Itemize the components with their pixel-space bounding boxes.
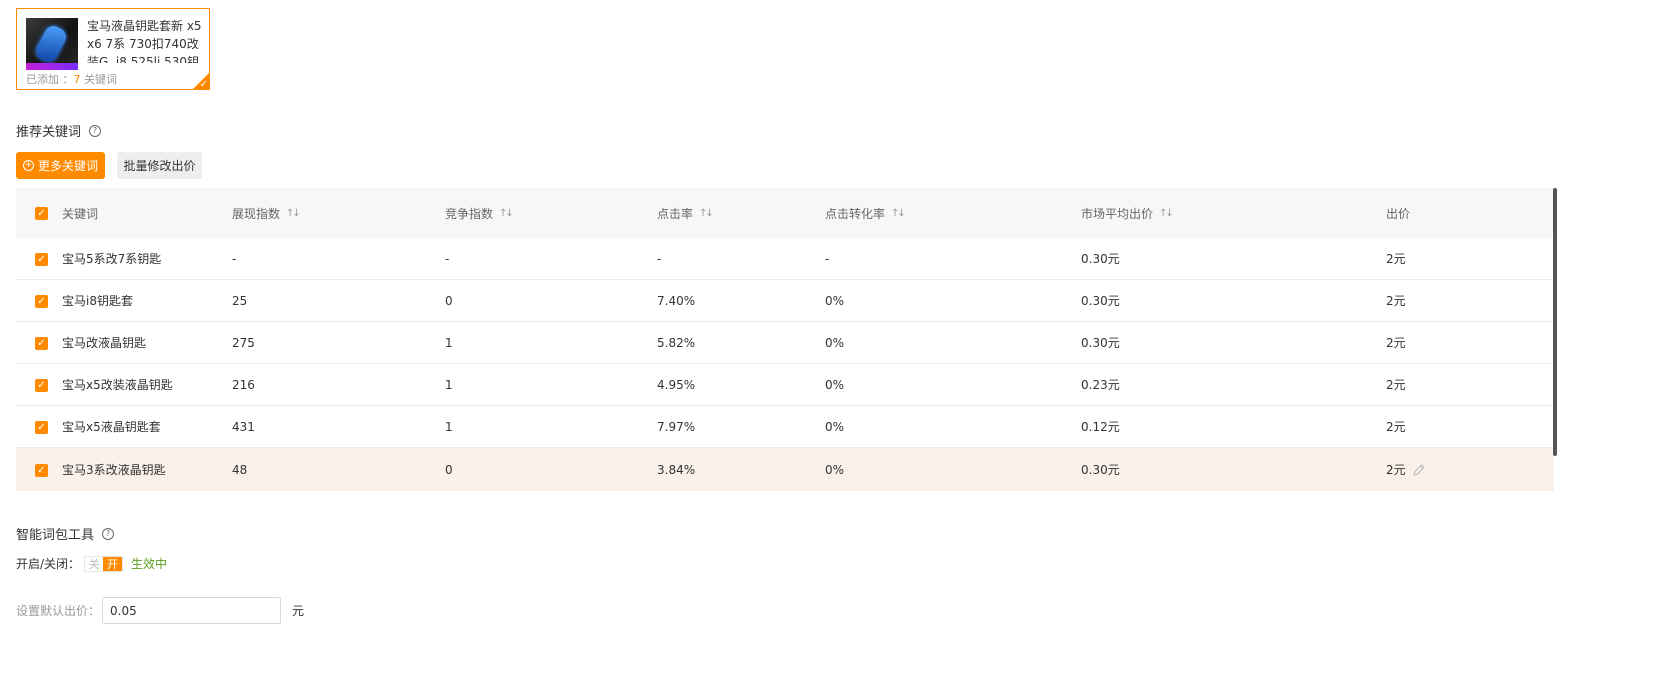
- product-thumbnail: [26, 18, 78, 70]
- table-row: ✓ 宝马x5改装液晶钥匙 216 1 4.95% 0% 0.23元 2元: [16, 364, 1554, 406]
- table-row: ✓ 宝马改液晶钥匙 275 1 5.82% 0% 0.30元 2元: [16, 322, 1554, 364]
- added-keyword-count: 已添加 ：7 关键词: [26, 73, 117, 86]
- table-row: ✓ 宝马3系改液晶钥匙 48 0 3.84% 0% 0.30元 2元: [16, 448, 1554, 491]
- ctr-cell: 5.82%: [657, 335, 696, 350]
- impressions-cell: 48: [232, 462, 248, 477]
- bid-cell[interactable]: 2元: [1386, 406, 1406, 447]
- header-competition[interactable]: 竞争指数 ↑↓: [445, 188, 514, 238]
- competition-cell: 1: [445, 335, 453, 350]
- status-text: 生效中: [131, 557, 168, 571]
- sort-icon: ↑↓: [1159, 207, 1174, 219]
- row-checkbox[interactable]: ✓: [35, 463, 48, 477]
- more-keywords-button[interactable]: + 更多关键词: [16, 152, 105, 179]
- impressions-cell: -: [232, 251, 237, 266]
- keyword-cell: 宝马3系改液晶钥匙: [62, 463, 166, 477]
- competition-cell: -: [445, 251, 450, 266]
- impressions-cell: 25: [232, 293, 248, 308]
- ctr-cell: 3.84%: [657, 462, 696, 477]
- bid-cell[interactable]: 2元: [1386, 238, 1406, 279]
- row-checkbox[interactable]: ✓: [35, 294, 48, 308]
- avg-bid-cell: 0.30元: [1081, 463, 1120, 477]
- smart-tool-toggle-row: 开启/关闭： 关 开 生效中: [16, 555, 167, 572]
- help-icon[interactable]: ?: [102, 527, 115, 540]
- check-icon: ✓: [199, 79, 208, 90]
- default-bid-label: 设置默认出价：: [16, 604, 101, 618]
- bid-cell[interactable]: 2元: [1386, 364, 1406, 405]
- header-impressions[interactable]: 展现指数 ↑↓: [232, 188, 301, 238]
- header-bid: 出价: [1386, 206, 1411, 221]
- sort-icon: ↑↓: [699, 207, 714, 219]
- avg-bid-cell: 0.23元: [1081, 378, 1120, 392]
- toggle-label: 开启/关闭：: [16, 557, 81, 571]
- header-avg-bid[interactable]: 市场平均出价 ↑↓: [1081, 188, 1174, 238]
- header-ctr[interactable]: 点击率 ↑↓: [657, 188, 714, 238]
- default-bid-input[interactable]: [102, 597, 281, 624]
- keyword-cell: 宝马改液晶钥匙: [62, 336, 147, 350]
- plus-circle-icon: +: [22, 160, 34, 171]
- table-row: ✓ 宝马5系改7系钥匙 - - - - 0.30元 2元: [16, 238, 1554, 280]
- avg-bid-cell: 0.30元: [1081, 252, 1120, 266]
- cvr-cell: 0%: [825, 293, 845, 308]
- table-header: ✓ 关键词 展现指数 ↑↓ 竞争指数 ↑↓ 点击率 ↑↓ 点击转化率 ↑↓ 市场平均出价…: [16, 188, 1554, 238]
- ctr-cell: 4.95%: [657, 377, 696, 392]
- cvr-cell: -: [825, 251, 830, 266]
- product-title: 宝马液晶钥匙套新 x5 x6 7系 730扣740改装G. i8 525li 5…: [87, 19, 202, 63]
- sort-icon: ↑↓: [891, 207, 906, 219]
- impressions-cell: 275: [232, 335, 255, 350]
- ctr-cell: -: [657, 251, 662, 266]
- cvr-cell: 0%: [825, 419, 845, 434]
- bid-cell[interactable]: 2元: [1386, 448, 1426, 491]
- keyword-cell: 宝马x5液晶钥匙套: [62, 420, 161, 434]
- ctr-cell: 7.97%: [657, 419, 696, 434]
- row-checkbox[interactable]: ✓: [35, 378, 48, 392]
- table-row: ✓ 宝马i8钥匙套 25 0 7.40% 0% 0.30元 2元: [16, 280, 1554, 322]
- cvr-cell: 0%: [825, 377, 845, 392]
- table-scrollbar[interactable]: [1553, 188, 1557, 456]
- help-icon[interactable]: ?: [89, 124, 102, 137]
- row-checkbox[interactable]: ✓: [35, 420, 48, 434]
- cvr-cell: 0%: [825, 335, 845, 350]
- select-all-checkbox[interactable]: ✓: [35, 207, 48, 220]
- currency-unit: 元: [292, 604, 305, 618]
- avg-bid-cell: 0.30元: [1081, 294, 1120, 308]
- cvr-cell: 0%: [825, 462, 845, 477]
- product-card[interactable]: 宝马液晶钥匙套新 x5 x6 7系 730扣740改装G. i8 525li 5…: [16, 8, 210, 90]
- impressions-cell: 431: [232, 419, 255, 434]
- bid-cell[interactable]: 2元: [1386, 280, 1406, 321]
- header-cvr[interactable]: 点击转化率 ↑↓: [825, 188, 906, 238]
- competition-cell: 1: [445, 377, 453, 392]
- avg-bid-cell: 0.30元: [1081, 336, 1120, 350]
- header-keyword: 关键词: [62, 206, 99, 221]
- bid-cell[interactable]: 2元: [1386, 322, 1406, 363]
- sort-icon: ↑↓: [499, 207, 514, 219]
- keyword-cell: 宝马i8钥匙套: [62, 294, 133, 308]
- row-checkbox[interactable]: ✓: [35, 336, 48, 350]
- ctr-cell: 7.40%: [657, 293, 696, 308]
- avg-bid-cell: 0.12元: [1081, 420, 1120, 434]
- table-row: ✓ 宝马x5液晶钥匙套 431 1 7.97% 0% 0.12元 2元: [16, 406, 1554, 448]
- toggle-on-option[interactable]: 开: [103, 556, 123, 571]
- sort-icon: ↑↓: [286, 207, 301, 219]
- keyword-cell: 宝马5系改7系钥匙: [62, 252, 162, 266]
- competition-cell: 1: [445, 419, 453, 434]
- toggle-off-option[interactable]: 关: [85, 556, 104, 571]
- batch-edit-bid-button[interactable]: 批量修改出价: [117, 152, 202, 179]
- pencil-icon[interactable]: [1412, 463, 1426, 477]
- smart-tool-title: 智能词包工具 ?: [16, 524, 115, 543]
- keyword-table: ✓ 关键词 展现指数 ↑↓ 竞争指数 ↑↓ 点击率 ↑↓ 点击转化率 ↑↓ 市场平均出价…: [16, 188, 1554, 491]
- default-bid-row: 设置默认出价： 元: [16, 597, 304, 624]
- competition-cell: 0: [445, 293, 453, 308]
- competition-cell: 0: [445, 462, 453, 477]
- row-checkbox[interactable]: ✓: [35, 252, 48, 266]
- on-off-switch[interactable]: 关 开: [84, 555, 124, 572]
- impressions-cell: 216: [232, 377, 255, 392]
- recommend-keywords-title: 推荐关键词 ?: [16, 121, 102, 140]
- keyword-cell: 宝马x5改装液晶钥匙: [62, 378, 173, 392]
